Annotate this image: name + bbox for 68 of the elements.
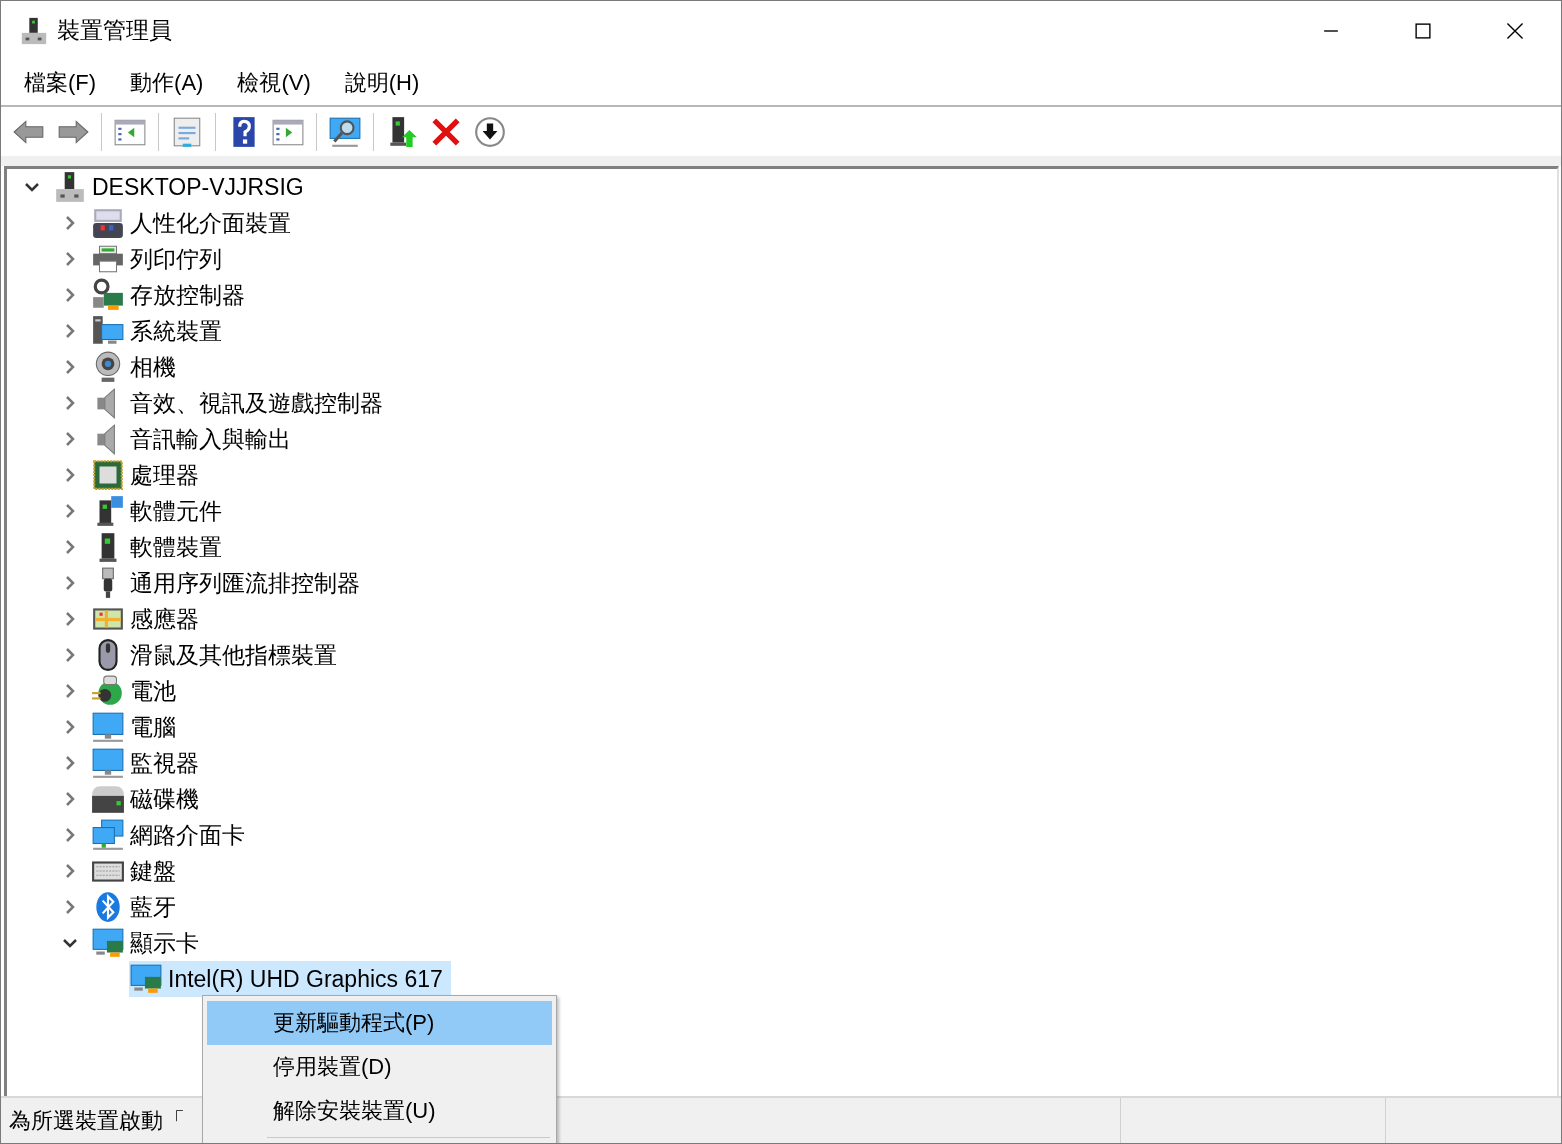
monitor-icon [91, 746, 125, 780]
tree-label: 人性化介面裝置 [130, 208, 291, 238]
tree-item[interactable]: 軟體裝置 [91, 529, 230, 565]
tree-item[interactable]: 存放控制器 [91, 277, 253, 313]
tree-label: 軟體裝置 [130, 532, 222, 562]
tree-item[interactable]: 軟體元件 [91, 493, 230, 529]
display-adapter-icon [91, 926, 125, 960]
display-adapter-icon [129, 962, 163, 996]
tree-label: 音效、視訊及遊戲控制器 [130, 388, 383, 418]
tree-label: 感應器 [130, 604, 199, 634]
status-text: 為所選裝置啟動「 [9, 1106, 185, 1135]
tree-label: 磁碟機 [130, 784, 199, 814]
monitor-icon [91, 710, 125, 744]
tree-item[interactable]: DESKTOP-VJJRSIG [53, 169, 312, 205]
device-manager-icon [19, 15, 49, 46]
tree-item[interactable]: 通用序列匯流排控制器 [91, 565, 368, 601]
tree-item[interactable]: 相機 [91, 349, 184, 385]
window-title: 裝置管理員 [57, 16, 173, 45]
tree-item[interactable]: 磁碟機 [91, 781, 207, 817]
tree-item[interactable]: 處理器 [91, 457, 207, 493]
tree-item[interactable]: 音訊輸入與輸出 [91, 421, 299, 457]
tree-item[interactable]: 系統裝置 [91, 313, 230, 349]
menu-item[interactable]: 檔案(F) [13, 63, 108, 102]
scan-monitor-icon[interactable] [328, 115, 362, 149]
tree-label: 存放控制器 [130, 280, 245, 310]
tree-label: 鍵盤 [130, 856, 176, 886]
tree-item[interactable]: 感應器 [91, 601, 207, 637]
tree-item[interactable]: 網路介面卡 [91, 817, 253, 853]
tree-item[interactable]: 藍牙 [91, 889, 184, 925]
menu-item[interactable]: 動作(A) [119, 63, 215, 102]
tree-label: 藍牙 [130, 892, 176, 922]
tree-label: 監視器 [130, 748, 199, 778]
chip-icon [91, 458, 125, 492]
tree-item[interactable]: 電池 [91, 673, 184, 709]
tree-item[interactable]: 監視器 [91, 745, 207, 781]
tree-label: 電腦 [130, 712, 176, 742]
tree-item[interactable]: 顯示卡 [91, 925, 207, 961]
computer-icon [53, 170, 87, 204]
tree-label: 網路介面卡 [130, 820, 245, 850]
tree-label: 顯示卡 [130, 928, 199, 958]
tree-label: 列印佇列 [130, 244, 222, 274]
tree-label: DESKTOP-VJJRSIG [92, 173, 304, 201]
tree-label: 相機 [130, 352, 176, 382]
menu-item[interactable]: 檢視(V) [226, 63, 322, 102]
tree-label: 電池 [130, 676, 176, 706]
tree-label: 通用序列匯流排控制器 [130, 568, 360, 598]
tree-label: Intel(R) UHD Graphics 617 [168, 965, 443, 993]
tree-label: 軟體元件 [130, 496, 222, 526]
tree-item[interactable]: Intel(R) UHD Graphics 617 [129, 961, 451, 997]
storage-controller-icon [91, 278, 125, 312]
hid-icon [91, 206, 125, 240]
menu-item[interactable]: 說明(H) [333, 63, 431, 102]
menu-item[interactable]: 停用裝置(D) [207, 1045, 552, 1089]
tree-item[interactable]: 音效、視訊及遊戲控制器 [91, 385, 391, 421]
network-adapter-icon [91, 818, 125, 852]
tree-item[interactable]: 鍵盤 [91, 853, 184, 889]
download-icon[interactable] [473, 115, 507, 149]
tree-item[interactable]: 列印佇列 [91, 241, 230, 277]
tree-label: 滑鼠及其他指標裝置 [130, 640, 337, 670]
menu-item[interactable]: 解除安裝裝置(U) [207, 1089, 552, 1133]
tree-label: 系統裝置 [130, 316, 222, 346]
tree-label: 音訊輸入與輸出 [130, 424, 291, 454]
battery-icon [91, 674, 125, 708]
tree-item[interactable]: 人性化介面裝置 [91, 205, 299, 241]
tree-item[interactable]: 電腦 [91, 709, 184, 745]
menu-item[interactable]: 更新驅動程式(P) [207, 1001, 552, 1045]
tree-label: 處理器 [130, 460, 199, 490]
tree-item[interactable]: 滑鼠及其他指標裝置 [91, 637, 345, 673]
